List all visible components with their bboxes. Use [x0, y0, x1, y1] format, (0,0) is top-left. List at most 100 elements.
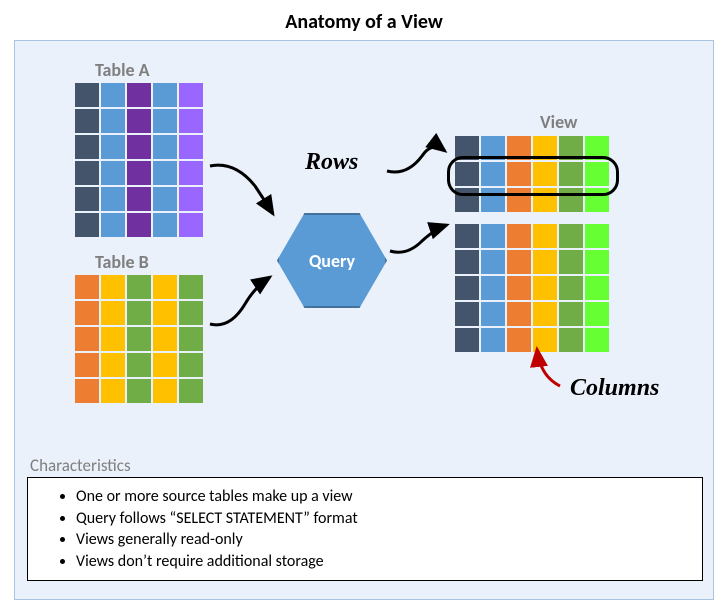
grid-cell	[585, 328, 609, 352]
grid-cell	[507, 276, 531, 300]
grid-cell	[75, 187, 99, 211]
grid-cell	[127, 353, 151, 377]
grid-cell	[153, 301, 177, 325]
grid-cell	[533, 224, 557, 248]
grid-cell	[75, 327, 99, 351]
table-b-grid	[75, 275, 203, 403]
grid-cell	[127, 327, 151, 351]
grid-cell	[179, 353, 203, 377]
grid-cell	[585, 224, 609, 248]
grid-cell	[481, 328, 505, 352]
grid-cell	[179, 187, 203, 211]
grid-cell	[179, 135, 203, 159]
grid-cell	[101, 379, 125, 403]
characteristics-label: Characteristics	[30, 455, 131, 476]
grid-cell	[585, 276, 609, 300]
grid-cell	[533, 250, 557, 274]
grid-cell	[179, 213, 203, 237]
characteristics-item: Query follows “SELECT STATEMENT” format	[76, 508, 674, 530]
grid-cell	[75, 353, 99, 377]
grid-cell	[101, 327, 125, 351]
arrow-columns	[525, 341, 575, 391]
rows-annotation: Rows	[305, 149, 358, 176]
grid-cell	[153, 135, 177, 159]
grid-cell	[101, 83, 125, 107]
grid-cell	[101, 353, 125, 377]
grid-cell	[75, 213, 99, 237]
grid-cell	[153, 275, 177, 299]
grid-cell	[559, 224, 583, 248]
arrow-query-to-view	[387, 221, 457, 271]
grid-cell	[507, 302, 531, 326]
grid-cell	[153, 327, 177, 351]
grid-cell	[179, 109, 203, 133]
grid-cell	[75, 83, 99, 107]
grid-cell	[179, 83, 203, 107]
grid-cell	[101, 301, 125, 325]
grid-cell	[153, 379, 177, 403]
grid-cell	[585, 250, 609, 274]
diagram-container: Table A Table B Query View Rows Columns …	[14, 40, 714, 600]
grid-cell	[127, 83, 151, 107]
arrow-table-b-to-query	[205, 269, 285, 339]
grid-cell	[179, 327, 203, 351]
grid-cell	[179, 275, 203, 299]
grid-cell	[153, 213, 177, 237]
characteristics-item: Views don’t require additional storage	[76, 551, 674, 573]
view-label: View	[540, 111, 577, 133]
characteristics-box: One or more source tables make up a view…	[27, 477, 703, 581]
grid-cell	[455, 302, 479, 326]
grid-cell	[127, 109, 151, 133]
grid-cell	[455, 224, 479, 248]
grid-cell	[127, 213, 151, 237]
grid-cell	[533, 302, 557, 326]
grid-cell	[455, 250, 479, 274]
grid-cell	[481, 276, 505, 300]
grid-cell	[75, 301, 99, 325]
grid-cell	[75, 161, 99, 185]
grid-cell	[153, 187, 177, 211]
grid-cell	[101, 213, 125, 237]
grid-cell	[481, 224, 505, 248]
grid-cell	[127, 161, 151, 185]
grid-cell	[481, 250, 505, 274]
grid-cell	[507, 224, 531, 248]
grid-cell	[533, 276, 557, 300]
grid-cell	[101, 275, 125, 299]
arrow-table-a-to-query	[205, 156, 285, 236]
characteristics-list: One or more source tables make up a view…	[76, 486, 674, 572]
grid-cell	[153, 83, 177, 107]
columns-annotation: Columns	[570, 375, 659, 402]
grid-cell	[153, 353, 177, 377]
grid-cell	[75, 275, 99, 299]
grid-cell	[179, 301, 203, 325]
grid-cell	[559, 250, 583, 274]
grid-cell	[101, 161, 125, 185]
query-hexagon: Query	[277, 213, 387, 308]
grid-cell	[481, 302, 505, 326]
grid-cell	[455, 328, 479, 352]
grid-cell	[101, 135, 125, 159]
grid-cell	[101, 187, 125, 211]
grid-cell	[179, 379, 203, 403]
grid-cell	[127, 187, 151, 211]
rows-highlight	[447, 156, 619, 196]
grid-cell	[75, 109, 99, 133]
grid-cell	[559, 276, 583, 300]
grid-cell	[75, 379, 99, 403]
table-a-label: Table A	[95, 59, 150, 81]
arrow-rows-to-view	[382, 126, 462, 186]
characteristics-item: Views generally read-only	[76, 529, 674, 551]
grid-cell	[507, 250, 531, 274]
grid-cell	[455, 276, 479, 300]
grid-cell	[127, 301, 151, 325]
diagram-title: Anatomy of a View	[0, 0, 728, 40]
grid-cell	[585, 302, 609, 326]
query-label: Query	[309, 250, 355, 272]
table-a-grid	[75, 83, 203, 237]
grid-cell	[153, 109, 177, 133]
grid-cell	[127, 135, 151, 159]
grid-cell	[101, 109, 125, 133]
table-b-label: Table B	[95, 251, 149, 273]
characteristics-item: One or more source tables make up a view	[76, 486, 674, 508]
